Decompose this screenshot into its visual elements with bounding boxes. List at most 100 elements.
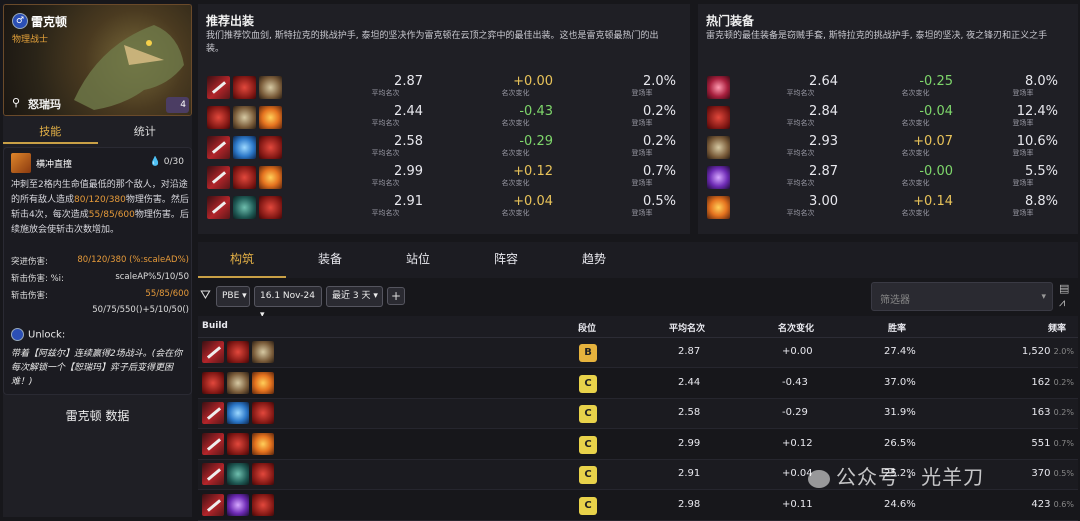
red-item-icon[interactable] [707,106,730,129]
stat-row: 斩击伤害: %i: scaleAP%5/10/50 [11,272,189,284]
table-row[interactable]: C 2.98 +0.11 24.6% 423 0.6% [198,491,1078,521]
mana-value: 0/30 [163,157,184,167]
header-delta[interactable]: 名次变化 [778,321,814,334]
tab-comps[interactable]: 阵容 [462,242,550,278]
table-row[interactable]: C 2.44 -0.43 37.0% 162 0.2% [198,369,1078,399]
red-item-icon[interactable] [252,463,274,485]
header-build[interactable]: Build [202,321,228,331]
add-filter-button[interactable]: + [387,287,405,305]
unlock-text: 带着【阿兹尔】连续赢得2场战斗。(会在你每次解锁一个【恕瑞玛】弈子后变得更困难！… [11,349,183,387]
orange-item-icon[interactable] [252,371,274,394]
value-text: 8.8% [1024,194,1058,209]
table-row[interactable]: B 2.87 +0.00 27.4% 1,520 2.0% [198,338,1078,368]
blue-item-icon[interactable] [227,402,249,424]
header-winrate[interactable]: 胜率 [888,321,906,334]
blue-item-icon[interactable] [233,136,256,159]
red-item-icon[interactable] [207,106,230,129]
table-row[interactable]: C 2.58 -0.29 31.9% 163 0.2% [198,399,1078,429]
sword-item-icon[interactable] [207,136,230,159]
claw-item-icon[interactable] [707,136,730,159]
value-caption: 平均名次 [786,89,815,97]
claw-item-icon[interactable] [259,76,282,99]
recommended-row[interactable]: 2.91 平均名次 +0.04 名次变化 0.5% 登场率 [198,194,690,222]
claw-item-icon[interactable] [227,371,249,394]
sword-item-icon[interactable] [202,463,224,485]
avg-placement: 2.87 [678,346,701,357]
champion-trait[interactable]: 怒瑞玛 [28,96,61,112]
header-frequency[interactable]: 频率 [1048,321,1066,334]
value-text: -0.00 [919,164,953,179]
table-view-icon[interactable]: ▤ [1059,282,1069,296]
recommended-row[interactable]: 2.58 平均名次 -0.29 名次变化 0.2% 登场率 [198,134,690,162]
popular-row[interactable]: 2.93 平均名次 +0.07 名次变化 10.6% 登场率 [698,134,1078,162]
purple-item-icon[interactable] [707,166,730,189]
popular-row[interactable]: 2.64 平均名次 -0.25 名次变化 8.0% 登场率 [698,74,1078,102]
claw-item-icon[interactable] [252,341,274,363]
sword-item-icon[interactable] [202,402,224,424]
recommended-row[interactable]: 2.99 平均名次 +0.12 名次变化 0.7% 登场率 [198,164,690,192]
red-item-icon[interactable] [233,166,256,189]
tab-stats[interactable]: 统计 [98,120,193,144]
stat-value: 8.8% 登场率 [988,194,1059,218]
placement-delta: +0.12 [782,437,813,449]
stat-value: 2.84 平均名次 [763,104,839,128]
tab-skills[interactable]: 技能 [3,120,98,144]
sword-item-icon[interactable] [202,432,224,455]
green-item-icon[interactable] [227,463,249,485]
sword-item-icon[interactable] [202,341,224,363]
range-select[interactable]: 16.1 Nov-24 ▾ [254,286,322,320]
red-item-icon[interactable] [252,493,274,516]
popular-row[interactable]: 2.84 平均名次 -0.04 名次变化 12.4% 登场率 [698,104,1078,132]
header-avg[interactable]: 平均名次 [669,321,705,334]
patch-value: PBE [222,291,240,301]
value-caption: 名次变化 [501,89,530,97]
orange-item-icon[interactable] [259,166,282,189]
red-item-icon[interactable] [252,402,274,424]
tab-items[interactable]: 装备 [286,242,374,278]
star-icon: ♂ [12,13,28,29]
tab-builds[interactable]: 构筑 [198,242,286,278]
sword-item-icon[interactable] [207,76,230,99]
pink-item-icon[interactable] [707,76,730,99]
tab-positioning[interactable]: 站位 [374,242,462,278]
item-set [707,106,730,129]
sword-item-icon[interactable] [202,493,224,516]
tier-badge: C [579,374,597,393]
recommended-row[interactable]: 2.44 平均名次 -0.43 名次变化 0.2% 登场率 [198,104,690,132]
filter-search-input[interactable]: 筛选器 ▾ [871,282,1053,311]
view-toggle[interactable]: ▤ ⩘ [1059,282,1069,310]
tab-trends[interactable]: 趋势 [550,242,638,278]
chart-view-icon[interactable]: ⩘ [1059,296,1069,310]
value-text: +0.04 [513,194,553,209]
recommended-row[interactable]: 2.87 平均名次 +0.00 名次变化 2.0% 登场率 [198,74,690,102]
red-item-icon[interactable] [227,341,249,363]
tier-badge: B [579,344,597,362]
red-item-icon[interactable] [227,432,249,455]
red-item-icon[interactable] [202,371,224,394]
purple-item-icon[interactable] [227,493,249,516]
table-row[interactable]: C 2.99 +0.12 26.5% 551 0.7% [198,430,1078,460]
sword-item-icon[interactable] [207,166,230,189]
stat-label: 突进伤害: [11,257,48,267]
patch-select[interactable]: PBE ▾ [216,286,250,307]
red-item-icon[interactable] [233,76,256,99]
champion-portrait[interactable]: ♂ 雷克顿 物理战士 ⚲ 怒瑞玛 4 [3,4,192,116]
value-text: +0.07 [913,134,953,149]
orange-item-icon[interactable] [259,106,282,129]
popular-row[interactable]: 2.87 平均名次 -0.00 名次变化 5.5% 登场率 [698,164,1078,192]
red-item-icon[interactable] [259,196,282,219]
orange-item-icon[interactable] [252,432,274,455]
stat-value: -0.04 名次变化 [878,104,954,128]
stat-value: 10.6% 登场率 [988,134,1059,158]
recent-select[interactable]: 最近 3 天 ▾ [326,286,383,307]
stat-value: 2.91 平均名次 [348,194,424,218]
filter-icon[interactable]: ⛛ [200,288,211,303]
claw-item-icon[interactable] [233,106,256,129]
sword-item-icon[interactable] [207,196,230,219]
orange-item-icon[interactable] [707,196,730,219]
value-caption: 登场率 [631,209,653,217]
green-item-icon[interactable] [233,196,256,219]
red-item-icon[interactable] [259,136,282,159]
popular-row[interactable]: 3.00 平均名次 +0.14 名次变化 8.8% 登场率 [698,194,1078,222]
header-tier[interactable]: 段位 [578,321,596,334]
